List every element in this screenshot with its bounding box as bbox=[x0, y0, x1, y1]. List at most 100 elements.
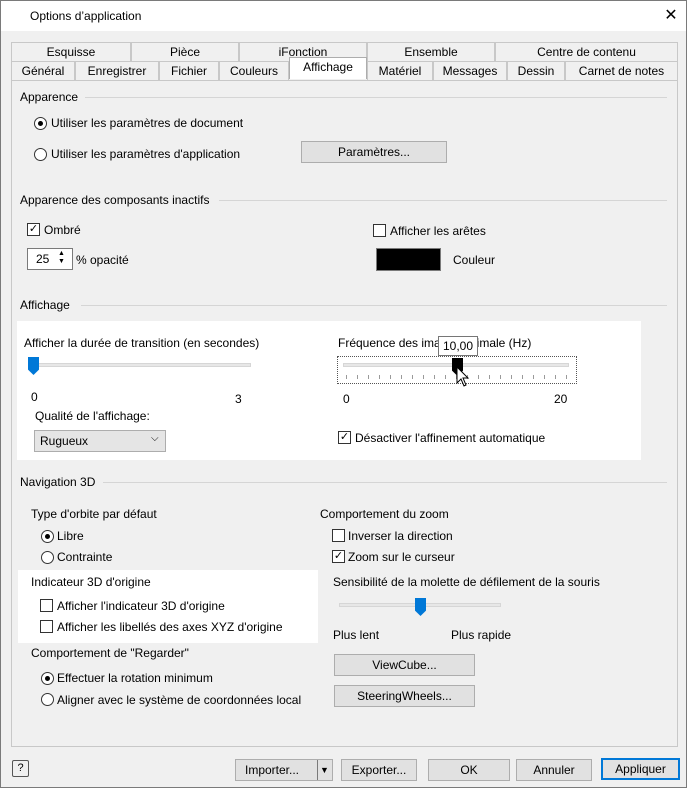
annuler-button[interactable]: Annuler bbox=[516, 759, 592, 781]
qualite-select[interactable]: Rugueux ⌵ bbox=[34, 430, 166, 452]
regarder-title: Comportement de "Regarder" bbox=[31, 646, 189, 660]
tab-affichage[interactable]: Affichage bbox=[289, 57, 367, 79]
tick bbox=[412, 375, 413, 379]
tab-esquisse[interactable]: Esquisse bbox=[11, 42, 131, 61]
apparence-separator bbox=[85, 97, 667, 98]
tab-materiel[interactable]: Matériel bbox=[367, 61, 433, 80]
chevron-down-icon[interactable]: ⌵ bbox=[151, 433, 159, 444]
radio-libre[interactable] bbox=[41, 530, 54, 543]
tick bbox=[445, 375, 446, 379]
appliquer-button[interactable]: Appliquer bbox=[601, 758, 680, 780]
opacite-value: 25 bbox=[36, 252, 50, 266]
tick bbox=[478, 375, 479, 379]
tick bbox=[533, 375, 534, 379]
tab-couleurs[interactable]: Couleurs bbox=[219, 61, 289, 80]
ok-button[interactable]: OK bbox=[428, 759, 510, 781]
navigation-separator bbox=[103, 482, 667, 483]
viewcube-button[interactable]: ViewCube... bbox=[334, 654, 475, 676]
transition-label: Afficher la durée de transition (en seco… bbox=[24, 336, 260, 350]
radio-contrainte[interactable] bbox=[41, 551, 54, 564]
tick bbox=[522, 375, 523, 379]
inactifs-title: Apparence des composants inactifs bbox=[20, 193, 210, 207]
tab-carnet-notes[interactable]: Carnet de notes bbox=[565, 61, 678, 80]
tab-centre-contenu[interactable]: Centre de contenu bbox=[495, 42, 678, 61]
inactifs-separator bbox=[219, 200, 667, 201]
exporter-button[interactable]: Exporter... bbox=[341, 759, 417, 781]
radio-doc-label: Utiliser les paramètres de document bbox=[51, 116, 244, 130]
couleur-label: Couleur bbox=[453, 253, 496, 267]
tick bbox=[500, 375, 501, 379]
zoom-curseur-label: Zoom sur le curseur bbox=[348, 550, 455, 564]
plus-lent-label: Plus lent bbox=[333, 628, 380, 642]
inverser-checkbox[interactable] bbox=[332, 529, 345, 542]
importer-button[interactable]: Importer... ▼ bbox=[235, 759, 333, 781]
qualite-label: Qualité de l'affichage: bbox=[35, 409, 150, 423]
tick bbox=[434, 375, 435, 379]
affichage-separator bbox=[81, 305, 667, 306]
radio-app-settings[interactable] bbox=[34, 148, 47, 161]
tab-general[interactable]: Général bbox=[11, 61, 75, 80]
help-icon[interactable]: ? bbox=[12, 760, 29, 777]
afficher-libelles-label: Afficher les libellés des axes XYZ d'ori… bbox=[57, 620, 283, 634]
orbite-title: Type d'orbite par défaut bbox=[31, 507, 157, 521]
transition-max: 3 bbox=[235, 392, 242, 406]
tick bbox=[346, 375, 347, 379]
contrainte-label: Contrainte bbox=[57, 550, 113, 564]
tick bbox=[368, 375, 369, 379]
opacite-label: % opacité bbox=[76, 253, 129, 267]
transition-track bbox=[32, 363, 251, 367]
frequence-tooltip: 10,00 bbox=[438, 336, 479, 356]
aretes-checkbox[interactable] bbox=[373, 224, 386, 237]
radio-app-label: Utiliser les paramètres d'application bbox=[51, 147, 241, 161]
frequence-label-right: nimale (Hz) bbox=[470, 336, 532, 350]
ombre-label: Ombré bbox=[44, 223, 81, 237]
tick bbox=[401, 375, 402, 379]
tab-enregistrer[interactable]: Enregistrer bbox=[75, 61, 159, 80]
mouse-cursor-icon bbox=[456, 366, 470, 387]
zoom-title: Comportement du zoom bbox=[320, 507, 449, 521]
tab-dessin[interactable]: Dessin bbox=[507, 61, 565, 80]
tick bbox=[511, 375, 512, 379]
transition-min: 0 bbox=[31, 390, 38, 404]
aretes-label: Afficher les arêtes bbox=[390, 224, 486, 238]
libre-label: Libre bbox=[57, 529, 84, 543]
steeringwheels-button[interactable]: SteeringWheels... bbox=[334, 685, 475, 707]
parametres-button[interactable]: Paramètres... bbox=[301, 141, 447, 163]
importer-label: Importer... bbox=[245, 763, 300, 777]
tick bbox=[489, 375, 490, 379]
radio-aligner[interactable] bbox=[41, 693, 54, 706]
tick bbox=[544, 375, 545, 379]
affinement-label: Désactiver l'affinement automatique bbox=[355, 431, 546, 445]
tab-piece[interactable]: Pièce bbox=[131, 42, 239, 61]
indicateur-title: Indicateur 3D d'origine bbox=[31, 575, 151, 589]
options-dialog: Options d’application ✕ Esquisse Pièce i… bbox=[0, 0, 687, 788]
tab-ensemble[interactable]: Ensemble bbox=[367, 42, 495, 61]
tick bbox=[390, 375, 391, 379]
frequence-min: 0 bbox=[343, 392, 350, 406]
radio-rotation-min[interactable] bbox=[41, 672, 54, 685]
aligner-label: Aligner avec le système de coordonnées l… bbox=[57, 693, 302, 707]
caret-down-icon[interactable]: ▼ bbox=[320, 760, 329, 780]
affinement-checkbox[interactable]: ✓ bbox=[338, 431, 351, 444]
tick bbox=[566, 375, 567, 379]
ombre-checkbox[interactable]: ✓ bbox=[27, 223, 40, 236]
frequence-label-left: Fréquence des ima bbox=[338, 336, 441, 350]
afficher-libelles-checkbox[interactable] bbox=[40, 620, 53, 633]
couleur-swatch[interactable] bbox=[376, 248, 441, 271]
close-icon[interactable]: ✕ bbox=[661, 6, 681, 26]
split-divider bbox=[317, 760, 318, 780]
plus-rapide-label: Plus rapide bbox=[451, 628, 512, 642]
spinner-arrows-icon[interactable]: ▲ ▼ bbox=[58, 250, 65, 266]
opacite-spinner[interactable]: 25 ▲ ▼ bbox=[27, 248, 73, 270]
qualite-value: Rugueux bbox=[40, 434, 89, 448]
zoom-curseur-checkbox[interactable]: ✓ bbox=[332, 550, 345, 563]
afficher-indicateur-checkbox[interactable] bbox=[40, 599, 53, 612]
tab-messages[interactable]: Messages bbox=[433, 61, 507, 80]
tab-fichier[interactable]: Fichier bbox=[159, 61, 219, 80]
window-title: Options d’application bbox=[30, 9, 142, 23]
rotation-min-label: Effectuer la rotation minimum bbox=[57, 671, 213, 685]
sensibilite-label: Sensibilité de la molette de défilement … bbox=[333, 575, 600, 589]
radio-doc-settings[interactable] bbox=[34, 117, 47, 130]
tick bbox=[379, 375, 380, 379]
tick bbox=[423, 375, 424, 379]
